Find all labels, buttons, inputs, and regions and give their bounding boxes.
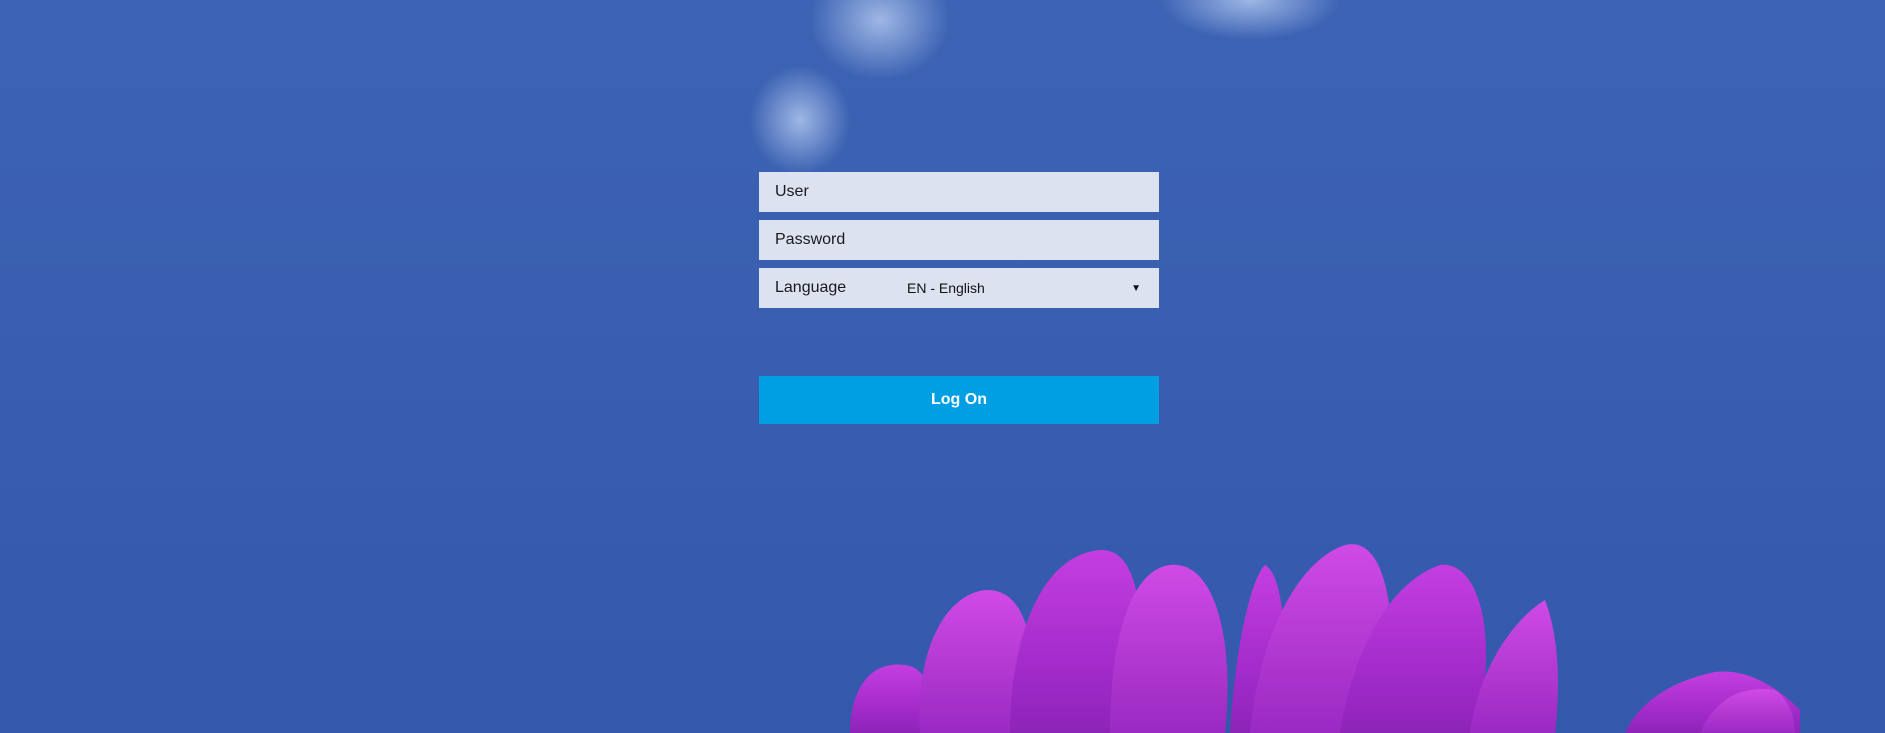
- flower-graphic: [850, 544, 1800, 733]
- login-form: Language EN - English ▼ Log On: [759, 172, 1159, 424]
- log-on-button[interactable]: Log On: [759, 376, 1159, 424]
- password-input[interactable]: [775, 231, 1159, 249]
- language-field: Language EN - English ▼: [759, 268, 1159, 308]
- language-select[interactable]: EN - English ▼: [907, 280, 1143, 296]
- cloud-shape: [810, 0, 950, 80]
- language-label: Language: [775, 279, 847, 296]
- language-selected-value: EN - English: [907, 280, 985, 296]
- cloud-shape: [1160, 0, 1340, 40]
- user-input[interactable]: [775, 183, 1159, 201]
- password-field[interactable]: [759, 220, 1159, 260]
- cloud-shape: [750, 65, 850, 175]
- chevron-down-icon[interactable]: ▼: [1131, 283, 1141, 294]
- login-page: Language EN - English ▼ Log On: [0, 0, 1885, 733]
- user-field[interactable]: [759, 172, 1159, 212]
